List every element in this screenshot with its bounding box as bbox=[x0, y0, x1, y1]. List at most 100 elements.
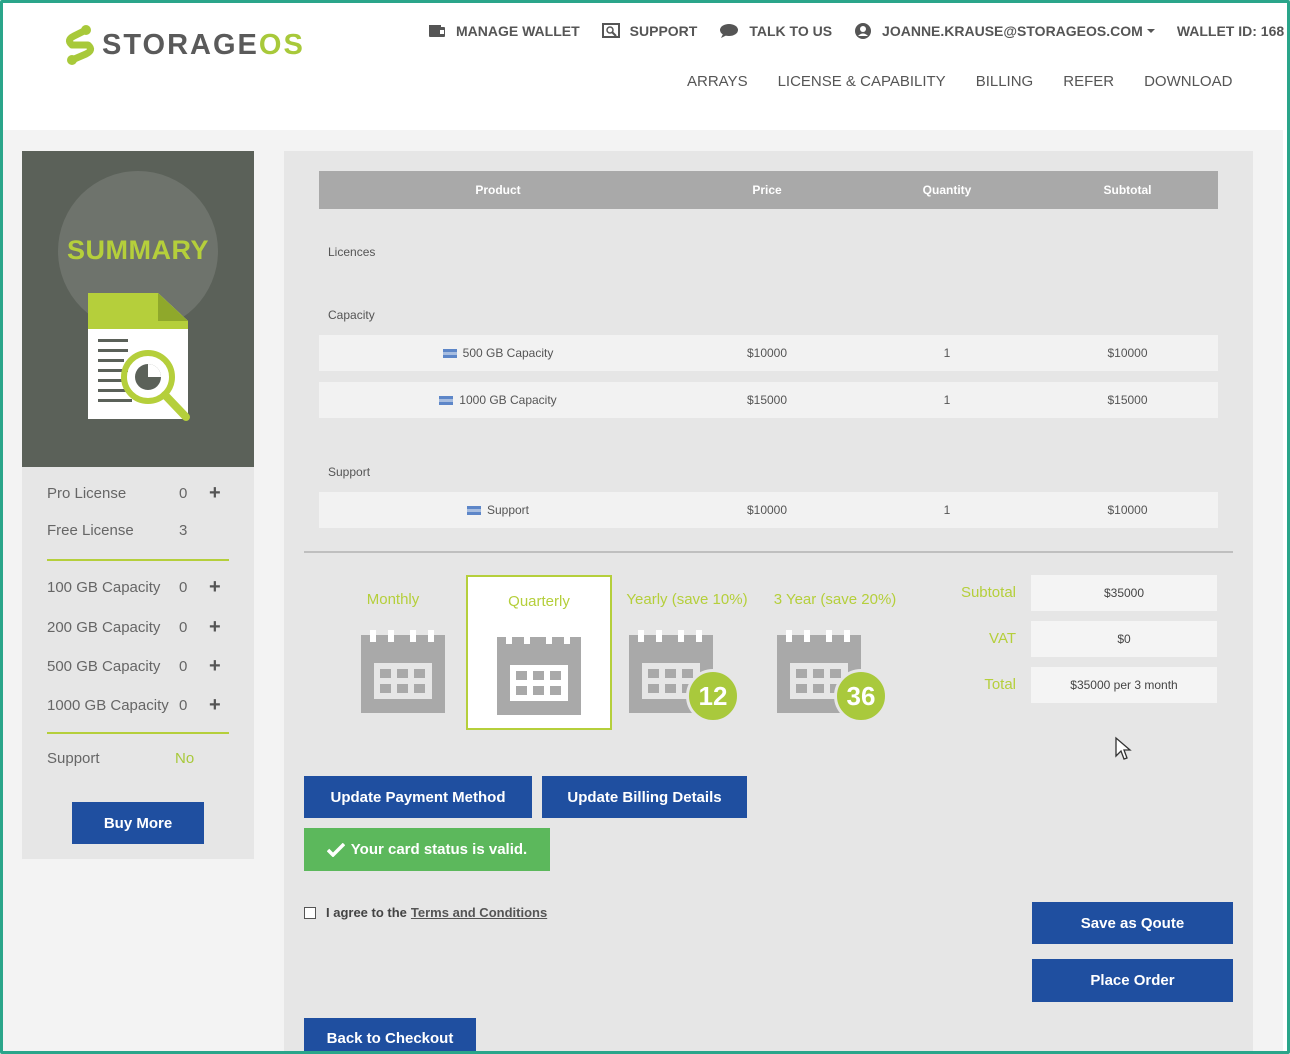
wallet-id: WALLET ID: 168 bbox=[1177, 23, 1284, 39]
place-order-button[interactable]: Place Order bbox=[1032, 959, 1233, 1002]
column-header-subtotal: Subtotal bbox=[1103, 183, 1152, 197]
sidebar-row-pro-license: Pro License 0 + bbox=[47, 483, 227, 503]
terms-and-conditions-link[interactable]: Terms and Conditions bbox=[411, 905, 547, 920]
support-label: SUPPORT bbox=[629, 23, 698, 39]
quantity-cell: 1 bbox=[943, 503, 951, 517]
plus-icon[interactable]: + bbox=[209, 656, 221, 676]
nav-refer[interactable]: REFER bbox=[1063, 73, 1114, 90]
plan-label: Quarterly bbox=[508, 593, 570, 610]
quantity-cell: 1 bbox=[943, 393, 951, 407]
subtotal-label: Subtotal bbox=[960, 584, 1016, 601]
product-cell: 1000 GB Capacity bbox=[319, 382, 677, 418]
summary-hero: SUMMARY bbox=[22, 151, 254, 467]
plus-icon[interactable]: + bbox=[209, 695, 221, 715]
sidebar-item-count: 0 bbox=[179, 657, 188, 675]
product-name: 500 GB Capacity bbox=[462, 346, 554, 360]
talk-to-us-label: TALK TO US bbox=[749, 23, 833, 39]
support-link[interactable]: SUPPORT bbox=[601, 23, 698, 39]
sidebar-item-count: 0 bbox=[179, 618, 188, 636]
plan-3-year[interactable]: 3 Year (save 20%) 36 bbox=[762, 575, 908, 730]
price-cell: $10000 bbox=[746, 503, 788, 517]
flag-icon bbox=[442, 348, 457, 358]
agree-checkbox[interactable] bbox=[304, 906, 316, 919]
plus-icon[interactable]: + bbox=[209, 577, 221, 597]
back-to-checkout-button[interactable]: Back to Checkout bbox=[304, 1018, 476, 1054]
support-icon bbox=[601, 23, 620, 38]
nav-billing[interactable]: BILLING bbox=[976, 73, 1034, 90]
user-account-dropdown[interactable]: JOANNE.KRAUSE@STORAGEOS.COM bbox=[854, 22, 1155, 40]
product-cell: Support bbox=[319, 492, 677, 528]
section-divider bbox=[304, 551, 1233, 553]
card-status-badge: Your card status is valid. bbox=[304, 828, 550, 871]
update-payment-method-button[interactable]: Update Payment Method bbox=[304, 776, 532, 818]
subtotal-cell: $15000 bbox=[1107, 393, 1148, 407]
section-label-licences: Licences bbox=[328, 245, 376, 259]
plus-icon[interactable]: + bbox=[209, 483, 221, 503]
section-label-support: Support bbox=[328, 465, 371, 479]
top-navigation: MANAGE WALLET SUPPORT TALK TO US JOANNE.… bbox=[428, 22, 1290, 40]
flag-icon bbox=[466, 505, 481, 515]
sidebar-divider bbox=[47, 732, 229, 734]
chat-bubble-icon bbox=[720, 24, 739, 38]
nav-billing-label: BILLING bbox=[975, 73, 1034, 90]
sidebar-item-label: Support bbox=[47, 750, 100, 767]
plan-yearly[interactable]: Yearly (save 10%) 12 bbox=[614, 575, 760, 730]
sidebar-item-count: 0 bbox=[179, 484, 188, 502]
main-navigation: ARRAYS LICENSE & CAPABILITY BILLING REFE… bbox=[687, 73, 1262, 90]
subtotal-value: $35000 bbox=[1031, 575, 1217, 611]
section-label-capacity: Capacity bbox=[328, 308, 375, 322]
manage-wallet-label: MANAGE WALLET bbox=[456, 23, 580, 39]
summary-title: SUMMARY bbox=[67, 235, 209, 265]
price-cell: $10000 bbox=[746, 346, 788, 360]
sidebar-row-1000gb: 1000 GB Capacity 0 + bbox=[47, 695, 227, 715]
sidebar-item-count: 3 bbox=[179, 522, 188, 539]
agree-text: I agree to the bbox=[326, 905, 407, 920]
document-magnifier-icon bbox=[88, 293, 190, 421]
months-badge: 12 bbox=[686, 669, 740, 723]
price-cell: $15000 bbox=[746, 393, 788, 407]
vat-label: VAT bbox=[989, 630, 1016, 647]
terms-agreement: I agree to the Terms and Conditions bbox=[304, 905, 547, 920]
save-as-quote-button[interactable]: Save as Qoute bbox=[1032, 902, 1233, 944]
nav-license-capability[interactable]: LICENSE & CAPABILITY bbox=[778, 73, 946, 90]
sidebar-item-label: 500 GB Capacity bbox=[47, 657, 161, 675]
subtotal-cell: $10000 bbox=[1107, 503, 1148, 517]
table-row: 1000 GB Capacity $15000 1 $15000 bbox=[319, 382, 1218, 418]
sidebar-row-200gb: 200 GB Capacity 0 + bbox=[47, 617, 227, 637]
logo-mark-icon bbox=[65, 25, 95, 65]
plan-quarterly[interactable]: Quarterly bbox=[466, 575, 612, 730]
manage-wallet-link[interactable]: MANAGE WALLET bbox=[428, 23, 580, 39]
product-cell: 500 GB Capacity bbox=[319, 335, 677, 371]
plan-label: Yearly (save 10%) bbox=[626, 591, 748, 608]
user-email: JOANNE.KRAUSE@STORAGEOS.COM bbox=[882, 23, 1143, 39]
plan-monthly[interactable]: Monthly bbox=[320, 575, 466, 730]
update-billing-details-button[interactable]: Update Billing Details bbox=[542, 776, 747, 818]
nav-download[interactable]: DOWNLOAD bbox=[1144, 73, 1232, 90]
quantity-cell: 1 bbox=[943, 346, 951, 360]
total-label: Total bbox=[984, 676, 1016, 693]
storageos-logo[interactable]: STORAGEOS bbox=[64, 24, 305, 66]
talk-to-us-link[interactable]: TALK TO US bbox=[719, 23, 832, 39]
column-header-quantity: Quantity bbox=[922, 183, 972, 197]
mouse-cursor-icon bbox=[1115, 736, 1132, 760]
table-row: 500 GB Capacity $10000 1 $10000 bbox=[319, 335, 1218, 371]
product-name: 1000 GB Capacity bbox=[459, 393, 557, 407]
calendar-icon bbox=[497, 632, 581, 715]
buy-more-button[interactable]: Buy More bbox=[72, 802, 204, 844]
wallet-id-label: WALLET ID: 168 bbox=[1176, 23, 1285, 39]
sidebar-item-label: 200 GB Capacity bbox=[47, 618, 161, 636]
column-header-price: Price bbox=[752, 183, 782, 197]
logo-wordmark: STORAGEOS bbox=[102, 28, 305, 61]
support-status-value: No bbox=[175, 750, 195, 767]
chevron-down-icon bbox=[1146, 29, 1155, 33]
order-panel: Product Price Quantity Subtotal Licences… bbox=[284, 151, 1253, 1054]
plan-label: 3 Year (save 20%) bbox=[773, 591, 897, 608]
user-circle-icon bbox=[855, 23, 872, 39]
nav-arrays[interactable]: ARRAYS bbox=[687, 73, 748, 90]
table-row: Support $10000 1 $10000 bbox=[319, 492, 1218, 528]
sidebar-item-label: Pro License bbox=[47, 484, 127, 502]
vat-value: $0 bbox=[1031, 621, 1217, 657]
sidebar-item-label: 1000 GB Capacity bbox=[47, 696, 169, 714]
checkmark-icon bbox=[326, 842, 345, 857]
plus-icon[interactable]: + bbox=[209, 617, 221, 637]
